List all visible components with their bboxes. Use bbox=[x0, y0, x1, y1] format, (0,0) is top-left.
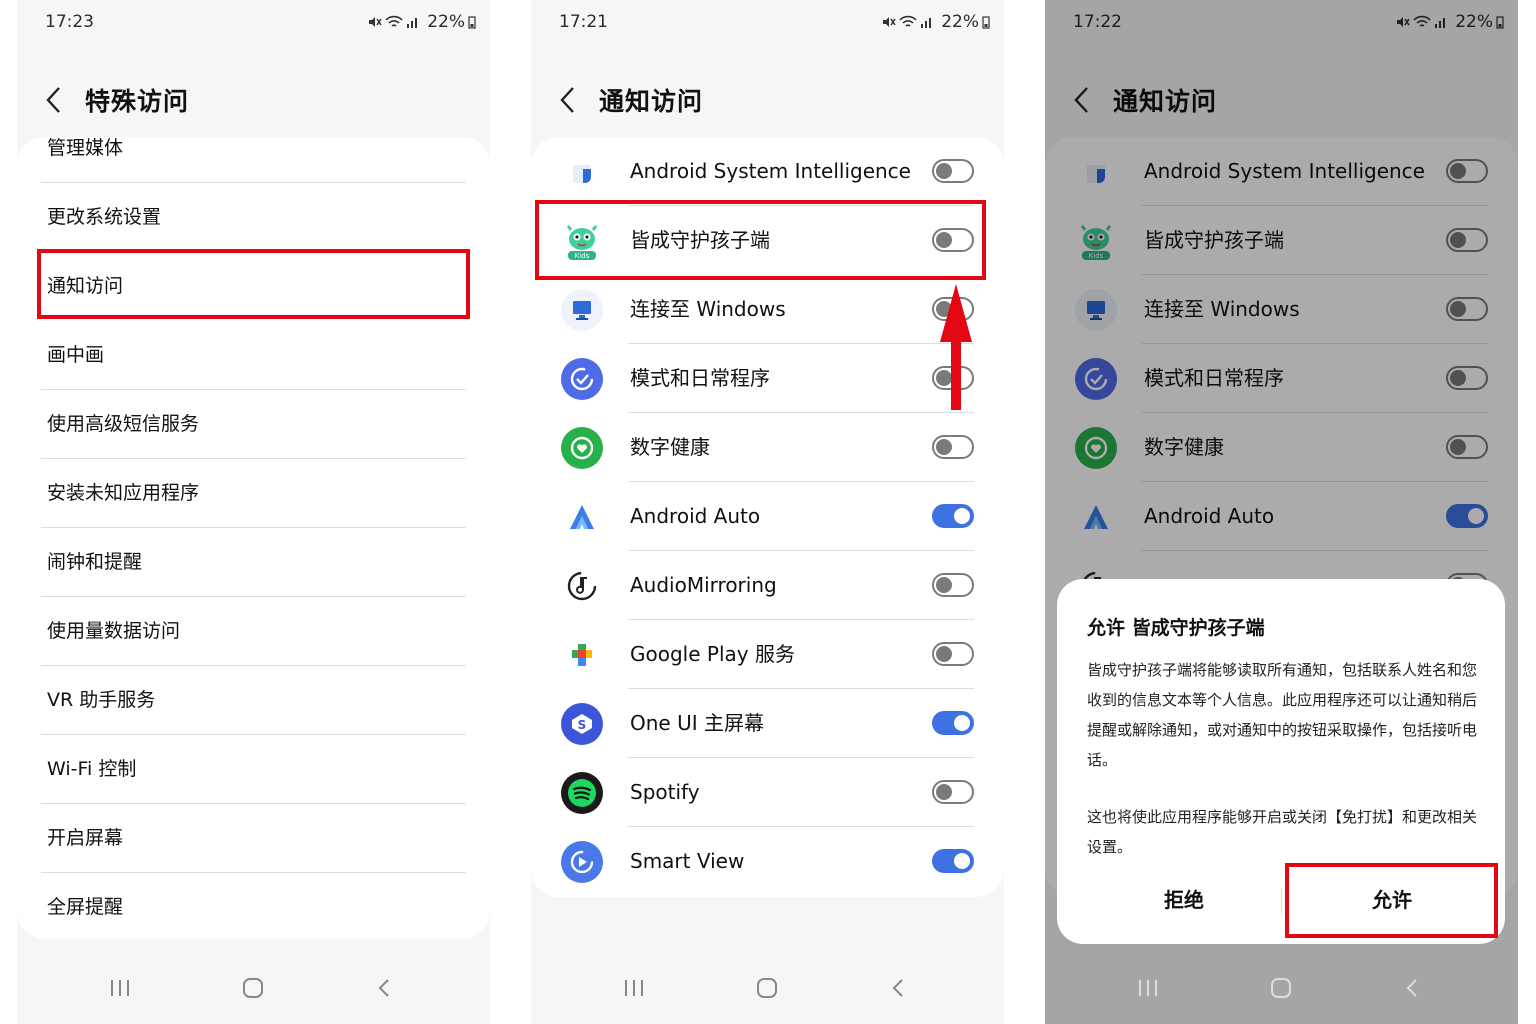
toggle-digital-wellbeing[interactable] bbox=[932, 435, 974, 459]
back-nav-icon[interactable] bbox=[377, 978, 391, 998]
highlight-box bbox=[535, 200, 986, 280]
settings-item-picture-in-picture[interactable]: 画中画 bbox=[17, 321, 490, 390]
recents-icon[interactable] bbox=[623, 978, 645, 998]
navigation-bar bbox=[531, 978, 1004, 1006]
wifi-icon bbox=[385, 15, 403, 27]
toggle-asi[interactable] bbox=[932, 159, 974, 183]
app-row-modes-routines[interactable]: 模式和日常程序 bbox=[531, 344, 1004, 413]
spotify-icon bbox=[561, 772, 603, 814]
settings-item-vr-helper[interactable]: VR 助手服务 bbox=[17, 666, 490, 735]
page-title: 特殊访问 bbox=[85, 87, 190, 116]
settings-item-alarms-reminders[interactable]: 闹钟和提醒 bbox=[17, 528, 490, 597]
app-row-spotify[interactable]: Spotify bbox=[531, 758, 1004, 827]
app-row-audio-mirroring[interactable]: AudioMirroring bbox=[531, 551, 1004, 620]
signal-icon bbox=[407, 18, 418, 28]
button-divider bbox=[1281, 887, 1282, 915]
status-bar: 17:23 22% bbox=[45, 12, 476, 36]
asi-icon bbox=[561, 151, 603, 193]
app-row-digital-wellbeing[interactable]: 数字健康 bbox=[531, 413, 1004, 482]
status-bar: 17:21 22% bbox=[559, 12, 990, 36]
navigation-bar bbox=[1045, 978, 1518, 1006]
page-title: 通知访问 bbox=[599, 87, 704, 116]
battery-percent: 22% bbox=[941, 12, 979, 32]
home-icon[interactable] bbox=[1270, 978, 1292, 998]
highlight-box bbox=[1285, 863, 1498, 938]
battery-icon bbox=[982, 16, 990, 29]
battery-percent: 22% bbox=[427, 12, 465, 32]
toggle-audio-mirroring[interactable] bbox=[932, 573, 974, 597]
app-row-android-auto[interactable]: Android Auto bbox=[531, 482, 1004, 551]
mute-icon bbox=[369, 17, 382, 27]
battery-icon bbox=[468, 16, 476, 29]
one-ui-home-icon: S bbox=[561, 703, 603, 745]
dialog-body: 皆成守护孩子端将能够读取所有通知，包括联系人姓名和您收到的信息文本等个人信息。此… bbox=[1087, 655, 1479, 862]
toggle-google-play-services[interactable] bbox=[932, 642, 974, 666]
settings-item-turn-screen-on[interactable]: 开启屏幕 bbox=[17, 804, 490, 873]
google-play-services-icon bbox=[561, 634, 603, 676]
back-nav-icon[interactable] bbox=[891, 978, 905, 998]
status-icons: 22% bbox=[882, 12, 990, 32]
toggle-spotify[interactable] bbox=[932, 780, 974, 804]
settings-item-usage-data-access[interactable]: 使用量数据访问 bbox=[17, 597, 490, 666]
app-row-asi[interactable]: Android System Intelligence bbox=[531, 137, 1004, 206]
app-row-one-ui-home[interactable]: S One UI 主屏幕 bbox=[531, 689, 1004, 758]
highlight-box bbox=[37, 249, 470, 319]
recents-icon[interactable] bbox=[109, 978, 131, 998]
home-icon[interactable] bbox=[756, 978, 778, 998]
app-row-google-play-services[interactable]: Google Play 服务 bbox=[531, 620, 1004, 689]
back-nav-icon[interactable] bbox=[1405, 978, 1419, 998]
settings-item-wifi-control[interactable]: Wi-Fi 控制 bbox=[17, 735, 490, 804]
smart-view-icon bbox=[561, 841, 603, 883]
toggle-android-auto[interactable] bbox=[932, 504, 974, 528]
settings-item-manage-media[interactable]: 管理媒体 bbox=[17, 114, 490, 183]
settings-item-install-unknown-apps[interactable]: 安装未知应用程序 bbox=[17, 459, 490, 528]
dialog-title: 允许 皆成守护孩子端 bbox=[1087, 617, 1265, 639]
svg-text:S: S bbox=[578, 718, 587, 732]
special-access-screen: 17:23 22% 特殊访问 管理媒体 更改系统设置 通知访问 画中画 使用高级… bbox=[17, 0, 490, 1024]
up-arrow-icon bbox=[940, 284, 972, 410]
back-arrow-icon[interactable] bbox=[559, 82, 581, 118]
modes-routines-icon bbox=[561, 358, 603, 400]
notification-access-screen: 17:21 22% 通知访问 Android System Intelligen… bbox=[531, 0, 1004, 1024]
dialog-message-secondary: 这也将使此应用程序能够开启或关闭【免打扰】和更改相关设置。 bbox=[1087, 808, 1478, 856]
android-auto-icon bbox=[561, 496, 603, 538]
audio-mirroring-icon bbox=[561, 565, 603, 607]
digital-wellbeing-icon bbox=[561, 427, 603, 469]
recents-icon[interactable] bbox=[1137, 978, 1159, 998]
navigation-bar bbox=[17, 978, 490, 1006]
settings-item-premium-sms[interactable]: 使用高级短信服务 bbox=[17, 390, 490, 459]
back-arrow-icon[interactable] bbox=[45, 82, 67, 118]
notification-access-dialog-screen: 17:22 22% 通知访问 Android System Intelligen… bbox=[1045, 0, 1518, 1024]
app-row-link-to-windows[interactable]: 连接至 Windows bbox=[531, 275, 1004, 344]
status-time: 17:23 bbox=[45, 12, 94, 32]
page-header: 通知访问 bbox=[559, 78, 984, 122]
dialog-message: 皆成守护孩子端将能够读取所有通知，包括联系人姓名和您收到的信息文本等个人信息。此… bbox=[1087, 661, 1478, 769]
wifi-icon bbox=[899, 15, 917, 27]
settings-item-modify-system-settings[interactable]: 更改系统设置 bbox=[17, 183, 490, 252]
settings-item-full-screen-notifications[interactable]: 全屏提醒 bbox=[17, 873, 490, 942]
toggle-one-ui-home[interactable] bbox=[932, 711, 974, 735]
deny-button[interactable]: 拒绝 bbox=[1077, 879, 1291, 921]
status-time: 17:21 bbox=[559, 12, 608, 32]
signal-icon bbox=[921, 18, 932, 28]
toggle-smart-view[interactable] bbox=[932, 849, 974, 873]
home-icon[interactable] bbox=[242, 978, 264, 998]
status-icons: 22% bbox=[368, 12, 476, 32]
app-row-smart-view[interactable]: Smart View bbox=[531, 827, 1004, 896]
mute-icon bbox=[883, 17, 896, 27]
windows-link-icon bbox=[561, 289, 603, 331]
